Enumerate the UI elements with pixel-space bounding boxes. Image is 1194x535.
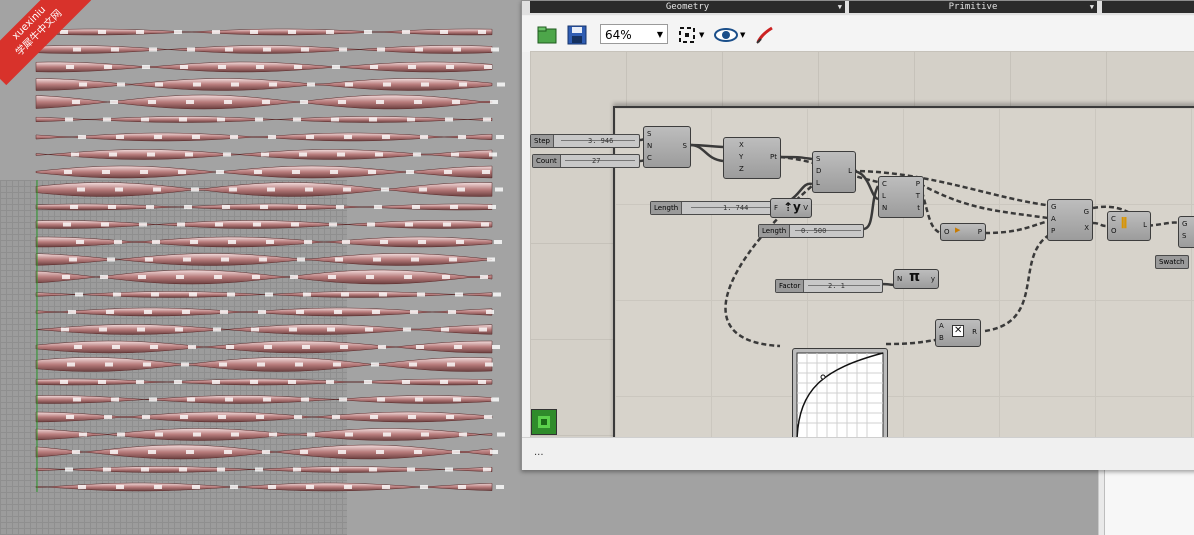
ribbon	[35, 236, 502, 248]
ribbon	[35, 182, 503, 197]
ribbon	[35, 203, 496, 211]
ribbon	[35, 378, 493, 386]
ribbon	[35, 324, 493, 335]
slider-step[interactable]: Step 3. 946	[530, 134, 640, 148]
chevron-down-icon[interactable]: ▼	[699, 24, 709, 46]
ribbon	[35, 61, 493, 73]
ribbon	[35, 253, 495, 266]
open-file-icon[interactable]	[536, 24, 558, 46]
ribbon	[35, 45, 499, 54]
tab-primitive[interactable]: Primitive ▼	[849, 1, 1097, 13]
ribbon	[35, 78, 505, 91]
ribbon	[35, 94, 498, 110]
loft-component[interactable]: C O ⦀ L	[1107, 211, 1151, 241]
zoom-extents-icon[interactable]	[676, 24, 698, 46]
ribbon	[35, 340, 500, 354]
custom-preview-component[interactable]: G S	[1178, 216, 1194, 248]
slider-length-2[interactable]: Length 0. 500	[758, 224, 864, 238]
slider-factor[interactable]: Factor 2. 1	[775, 279, 883, 293]
unit-y-component[interactable]: F ⇡y V	[770, 198, 812, 218]
ribbon	[35, 395, 499, 404]
component-tabs: Geometry ▼ Primitive ▼	[522, 1, 1194, 15]
save-file-icon[interactable]	[566, 24, 588, 46]
grasshopper-canvas[interactable]: Step 3. 946 Count 27 Length 1. 744 Length 0.…	[530, 51, 1194, 437]
preview-eye-icon[interactable]	[714, 24, 740, 46]
evaluate-curve-component[interactable]: C L N P T t	[878, 176, 924, 218]
pi-component[interactable]: N π y	[893, 269, 939, 289]
chevron-down-icon[interactable]: ▼	[740, 24, 750, 46]
ribbon	[35, 220, 493, 229]
ribbon	[35, 307, 494, 317]
tab-geometry[interactable]: Geometry ▼	[530, 1, 845, 13]
rhino-viewport[interactable]: xuexiniu 学犀牛中文网	[0, 0, 520, 535]
ribbon	[35, 444, 498, 460]
zoom-select[interactable]: 64% ▼	[600, 24, 668, 44]
ribbon	[35, 28, 493, 36]
construct-point-component[interactable]: X Y Z Pt	[723, 137, 781, 179]
grasshopper-icon[interactable]	[531, 409, 557, 435]
multiply-component[interactable]: A B ✕ R	[935, 319, 981, 347]
ribbon	[35, 466, 493, 473]
vector-z-component[interactable]: O ▶ P	[940, 223, 986, 241]
ribbon	[35, 357, 493, 372]
ribbon	[35, 482, 504, 492]
graph-mapper[interactable]	[792, 348, 888, 437]
rhino-side-panel-inner	[1104, 466, 1194, 535]
ribbon	[35, 165, 493, 179]
grasshopper-window: Geometry ▼ Primitive ▼ 64% ▼ ▼ ▼ Step 3.…	[521, 0, 1194, 470]
pipe-component[interactable]: G A P G X	[1047, 199, 1093, 241]
ribbon	[35, 428, 505, 441]
series-component[interactable]: S N C S	[643, 126, 691, 168]
slider-length-1[interactable]: Length 1. 744	[650, 201, 774, 215]
loft-ribbons	[35, 28, 505, 492]
ribbon	[35, 411, 493, 423]
ribbon	[35, 116, 493, 123]
ribbon	[35, 132, 504, 142]
ribbon	[35, 269, 493, 285]
line-sdl-component[interactable]: S D L L	[812, 151, 856, 193]
tab-next[interactable]	[1102, 1, 1194, 13]
slider-count[interactable]: Count 27	[532, 154, 640, 168]
status-bar: ...	[522, 437, 1194, 470]
swatch-component[interactable]: Swatch	[1155, 255, 1189, 269]
ribbon	[35, 149, 497, 160]
ribbon	[35, 291, 501, 298]
sketch-brush-icon[interactable]	[754, 24, 776, 46]
toolbar: 64% ▼ ▼ ▼	[522, 16, 1194, 52]
